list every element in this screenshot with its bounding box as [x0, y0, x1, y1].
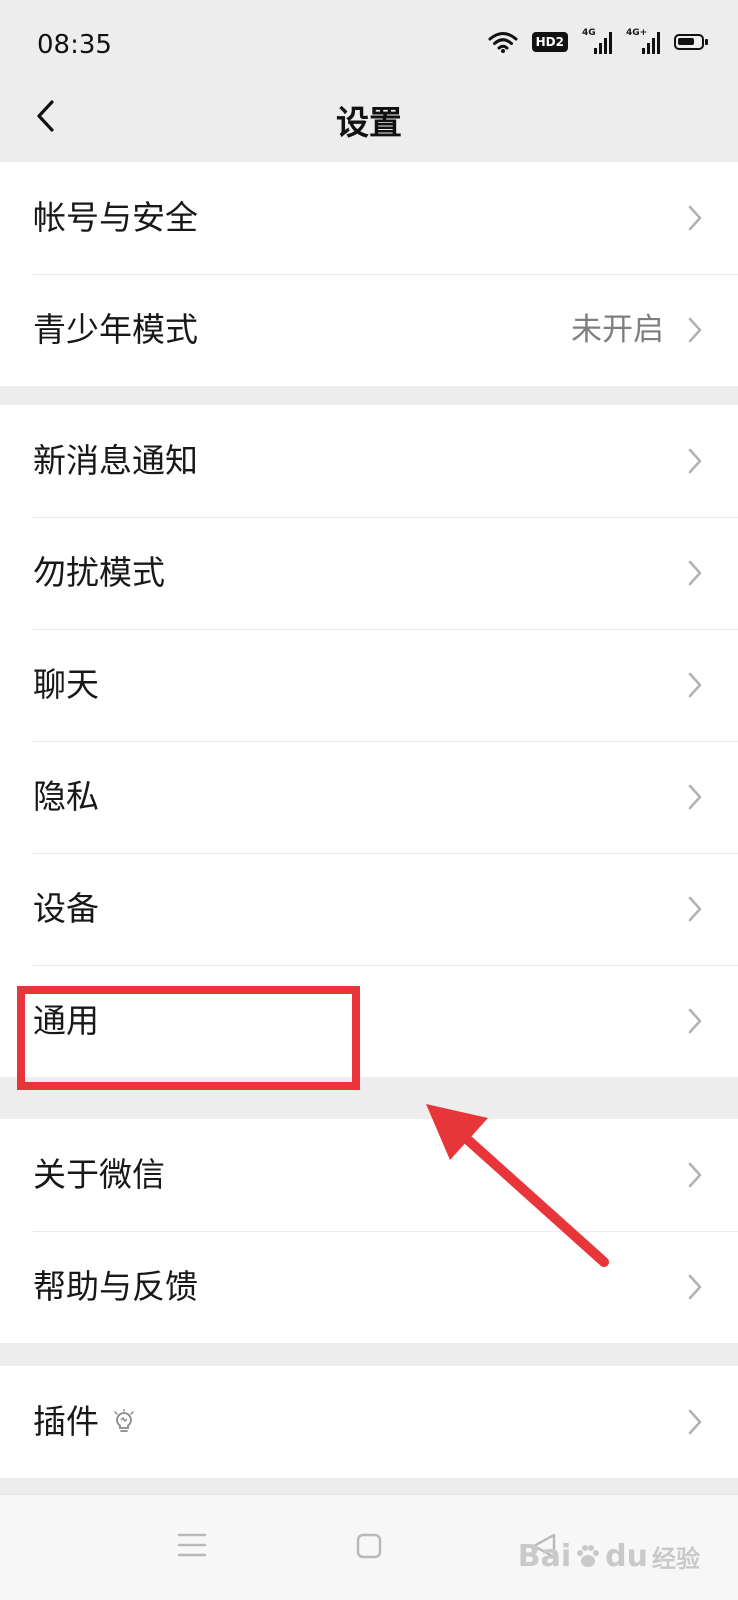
settings-item-general[interactable]: 通用 — [0, 965, 738, 1077]
wifi-icon — [488, 32, 518, 53]
settings-item-do-not-disturb[interactable]: 勿扰模式 — [0, 517, 738, 629]
settings-item-youth-mode[interactable]: 青少年模式 未开启 — [0, 274, 738, 386]
menu-icon[interactable] — [177, 1532, 207, 1558]
status-icons: HD2 4G 4G+ — [488, 28, 708, 54]
cellular-signal-icon-2: 4G+ — [626, 28, 660, 54]
chevron-right-icon — [688, 1409, 702, 1435]
hd-voice-badge: HD2 — [531, 32, 568, 52]
cellular-signal-icon: 4G — [582, 28, 612, 54]
settings-item-devices[interactable]: 设备 — [0, 853, 738, 965]
watermark-suffix: 经验 — [652, 1545, 700, 1573]
settings-item-label: 通用 — [33, 1001, 99, 1040]
settings-item-chat[interactable]: 聊天 — [0, 629, 738, 741]
signal-type-label: 4G — [582, 28, 596, 38]
settings-item-label: 聊天 — [33, 665, 99, 704]
chevron-right-icon — [688, 1274, 702, 1300]
settings-item-label: 帐号与安全 — [33, 198, 198, 237]
navigation-bar: 设置 — [0, 70, 738, 162]
chevron-right-icon — [688, 784, 702, 810]
settings-group-plugins: 插件 — [0, 1366, 738, 1478]
paw-icon — [577, 1544, 600, 1567]
settings-item-label: 设备 — [33, 889, 99, 928]
youth-mode-status: 未开启 — [571, 312, 664, 348]
settings-group-account: 帐号与安全 青少年模式 未开启 — [0, 162, 738, 386]
settings-item-label: 帮助与反馈 — [33, 1267, 198, 1306]
chevron-right-icon — [688, 1008, 702, 1034]
page-title: 设置 — [336, 103, 402, 142]
settings-item-label: 插件 — [33, 1402, 99, 1441]
watermark-brand-2: du — [605, 1539, 648, 1574]
settings-item-notifications[interactable]: 新消息通知 — [0, 405, 738, 517]
settings-group-about: 关于微信 帮助与反馈 — [0, 1119, 738, 1343]
back-triangle-icon[interactable] — [530, 1532, 558, 1560]
settings-item-label: 勿扰模式 — [33, 553, 165, 592]
settings-item-plugins[interactable]: 插件 — [0, 1366, 738, 1478]
settings-item-privacy[interactable]: 隐私 — [0, 741, 738, 853]
signal-type-label-2: 4G+ — [626, 28, 648, 38]
chevron-right-icon — [688, 448, 702, 474]
settings-item-account-security[interactable]: 帐号与安全 — [0, 162, 738, 274]
settings-item-label: 关于微信 — [33, 1155, 165, 1194]
status-time: 08:35 — [37, 30, 112, 60]
chevron-right-icon — [688, 672, 702, 698]
chevron-right-icon — [688, 317, 702, 343]
settings-item-label-wrap: 插件 — [33, 1366, 135, 1478]
settings-item-label: 新消息通知 — [33, 441, 198, 480]
settings-item-label: 隐私 — [33, 777, 99, 816]
home-square-icon[interactable] — [355, 1532, 383, 1560]
lightbulb-icon — [114, 1408, 134, 1432]
settings-group-general: 新消息通知 勿扰模式 聊天 隐私 设备 通用 — [0, 405, 738, 1077]
chevron-right-icon — [688, 205, 702, 231]
chevron-right-icon — [688, 1162, 702, 1188]
settings-item-label: 青少年模式 — [33, 310, 198, 349]
settings-item-help-feedback[interactable]: 帮助与反馈 — [0, 1231, 738, 1343]
chevron-right-icon — [688, 560, 702, 586]
settings-item-about-wechat[interactable]: 关于微信 — [0, 1119, 738, 1231]
battery-icon — [674, 34, 708, 50]
chevron-right-icon — [688, 896, 702, 922]
system-navigation-bar: Bai du 经验 — [0, 1494, 738, 1600]
